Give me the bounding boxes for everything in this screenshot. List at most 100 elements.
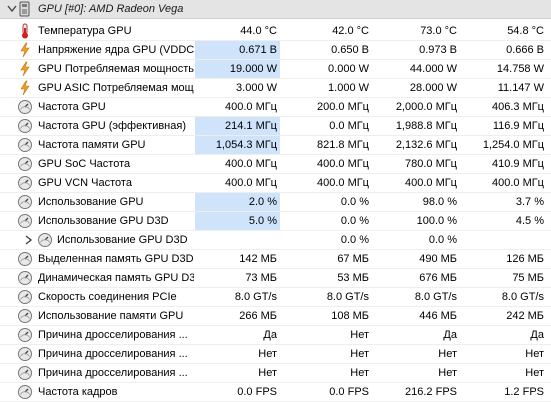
sensor-label: Использование памяти GPU bbox=[38, 310, 184, 322]
value-max: 100.0 % bbox=[416, 215, 457, 227]
value-min: 8.0 GT/s bbox=[326, 291, 369, 303]
sensor-row[interactable]: Напряжение ядра GPU (VDDCR_GFX) 0.671 В 0.… bbox=[0, 41, 551, 60]
sensor-label: Использование GPU D3D bbox=[57, 234, 188, 246]
sensor-row[interactable]: Использование памяти GPU 266 МБ 108 МБ 446 … bbox=[0, 307, 551, 326]
value-max: Да bbox=[443, 329, 457, 341]
value-max: 2,132.6 МГц bbox=[395, 139, 457, 151]
value-average: 11.147 W bbox=[497, 82, 544, 94]
value-max: 28.000 W bbox=[409, 82, 457, 94]
value-min: Нет bbox=[350, 367, 369, 379]
value-min: 400.0 МГц bbox=[316, 177, 369, 189]
value-min: 67 МБ bbox=[337, 253, 369, 265]
value-average: 1,254.0 МГц bbox=[482, 139, 544, 151]
value-max: 780.0 МГц bbox=[404, 158, 457, 170]
value-current: 3.000 W bbox=[236, 82, 277, 94]
value-max: 1,988.8 МГц bbox=[395, 120, 457, 132]
sensor-label: Частота памяти GPU bbox=[38, 139, 146, 151]
gauge-icon bbox=[18, 271, 32, 285]
sensor-row[interactable]: Динамическая память GPU D3D 73 МБ 53 МБ 676… bbox=[0, 269, 551, 288]
value-average: 0.666 В bbox=[506, 44, 544, 56]
value-min: 0.0 % bbox=[340, 215, 369, 227]
lightning-icon bbox=[20, 80, 30, 96]
expand-chevron-icon[interactable] bbox=[22, 233, 34, 247]
gauge-icon bbox=[38, 233, 52, 247]
value-current: 400.0 МГц bbox=[224, 158, 277, 170]
value-min: 400.0 МГц bbox=[316, 158, 369, 170]
value-min: 0.0 FPS bbox=[329, 386, 369, 398]
value-current: 73 МБ bbox=[245, 272, 277, 284]
sensor-row[interactable]: GPU SoC Частота 400.0 МГц 400.0 МГц 780.0 М… bbox=[0, 155, 551, 174]
sensor-label: GPU VCN Частота bbox=[38, 177, 132, 189]
sensor-label: Динамическая память GPU D3D bbox=[38, 272, 194, 284]
value-current: 266 МБ bbox=[239, 310, 277, 322]
gauge-icon bbox=[18, 290, 32, 304]
value-average: 4.5 % bbox=[515, 215, 544, 227]
value-min: 53 МБ bbox=[337, 272, 369, 284]
sensor-row[interactable]: Температура GPU 44.0 °C 42.0 °C 73.0 °C 54.8… bbox=[0, 22, 551, 41]
sensor-row[interactable]: Скорость соединения PCIe 8.0 GT/s 8.0 GT/s… bbox=[0, 288, 551, 307]
lightning-icon bbox=[20, 42, 30, 58]
sensor-label: Частота кадров bbox=[38, 386, 118, 398]
value-average: 242 МБ bbox=[506, 310, 544, 322]
value-min: 0.000 W bbox=[328, 63, 369, 75]
sensor-row[interactable]: Частота GPU 400.0 МГц 200.0 МГц 2,000.0 МГц… bbox=[0, 98, 551, 117]
value-min: 0.0 % bbox=[340, 234, 369, 246]
sensor-row[interactable]: Частота кадров 0.0 FPS 0.0 FPS 216.2 FPS 1.2… bbox=[0, 383, 551, 402]
sensor-label: Использование GPU bbox=[38, 196, 144, 208]
sensor-row[interactable]: Причина дросселирования ... Нет Нет Нет Нет bbox=[0, 345, 551, 364]
value-min: Нет bbox=[350, 329, 369, 341]
value-average: 1.2 FPS bbox=[504, 386, 544, 398]
value-current: 142 МБ bbox=[239, 253, 277, 265]
gauge-icon bbox=[18, 328, 32, 342]
value-max: 8.0 GT/s bbox=[414, 291, 457, 303]
sensor-label: GPU Потребляемая мощность bbox=[38, 63, 194, 75]
value-current: Нет bbox=[258, 367, 277, 379]
value-average: 410.9 МГц bbox=[491, 158, 544, 170]
value-average: Нет bbox=[525, 348, 544, 360]
value-min: 0.0 МГц bbox=[329, 120, 369, 132]
gauge-icon bbox=[18, 138, 32, 152]
gauge-icon bbox=[18, 309, 32, 323]
thermometer-icon bbox=[22, 23, 28, 39]
gpu-card-icon bbox=[19, 1, 30, 17]
value-max: 73.0 °C bbox=[420, 25, 457, 37]
device-header[interactable]: GPU [#0]: AMD Radeon Vega bbox=[0, 0, 551, 19]
sensor-row[interactable]: Использование GPU D3D 5.0 % 0.0 % 100.0 % 4.… bbox=[0, 212, 551, 231]
value-average: Нет bbox=[525, 367, 544, 379]
sensor-row[interactable]: Причина дросселирования ... Да Нет Да Да bbox=[0, 326, 551, 345]
gauge-icon bbox=[18, 119, 32, 133]
value-max: 676 МБ bbox=[419, 272, 457, 284]
value-min: 200.0 МГц bbox=[316, 101, 369, 113]
value-current: 400.0 МГц bbox=[224, 101, 277, 113]
sensor-row[interactable]: Частота памяти GPU 1,054.3 МГц 821.8 МГц 2,… bbox=[0, 136, 551, 155]
sensor-row[interactable]: Частота GPU (эффективная) 214.1 МГц 0.0 МГ… bbox=[0, 117, 551, 136]
sensor-row[interactable]: GPU Потребляемая мощность 19.000 W 0.000 W… bbox=[0, 60, 551, 79]
gauge-icon bbox=[18, 214, 32, 228]
value-average: 126 МБ bbox=[506, 253, 544, 265]
sensor-row[interactable]: GPU ASIC Потребляемая мощность 3.000 W 1.0… bbox=[0, 79, 551, 98]
sensor-row[interactable]: GPU VCN Частота 400.0 МГц 400.0 МГц 400.0 М… bbox=[0, 174, 551, 193]
lightning-icon bbox=[20, 61, 30, 77]
value-min: 821.8 МГц bbox=[316, 139, 369, 151]
value-average: 75 МБ bbox=[512, 272, 544, 284]
value-current: 8.0 GT/s bbox=[234, 291, 277, 303]
value-max: 44.000 W bbox=[409, 63, 457, 75]
sensor-row[interactable]: Причина дросселирования ... Нет Нет Нет Нет bbox=[0, 364, 551, 383]
value-average: 54.8 °C bbox=[507, 25, 544, 37]
value-min: 42.0 °C bbox=[332, 25, 369, 37]
sensor-label: Частота GPU (эффективная) bbox=[38, 120, 186, 132]
sensor-row[interactable]: Выделенная память GPU D3D 142 МБ 67 МБ 490 … bbox=[0, 250, 551, 269]
gauge-icon bbox=[18, 100, 32, 114]
gauge-icon bbox=[18, 176, 32, 190]
value-current: 400.0 МГц bbox=[224, 177, 277, 189]
gauge-icon bbox=[18, 157, 32, 171]
value-average: 116.9 МГц bbox=[492, 120, 544, 132]
device-title: GPU [#0]: AMD Radeon Vega bbox=[38, 3, 184, 15]
value-max: 0.973 В bbox=[419, 44, 457, 56]
value-current: 44.0 °C bbox=[240, 25, 277, 37]
sensor-row[interactable]: Использование GPU D3D 0.0 % 0.0 % bbox=[0, 231, 551, 250]
sensor-row[interactable]: Использование GPU 2.0 % 0.0 % 98.0 % 3.7 % bbox=[0, 193, 551, 212]
value-max: 216.2 FPS bbox=[405, 386, 457, 398]
value-current: Нет bbox=[258, 348, 277, 360]
sensor-label: Скорость соединения PCIe bbox=[38, 291, 177, 303]
